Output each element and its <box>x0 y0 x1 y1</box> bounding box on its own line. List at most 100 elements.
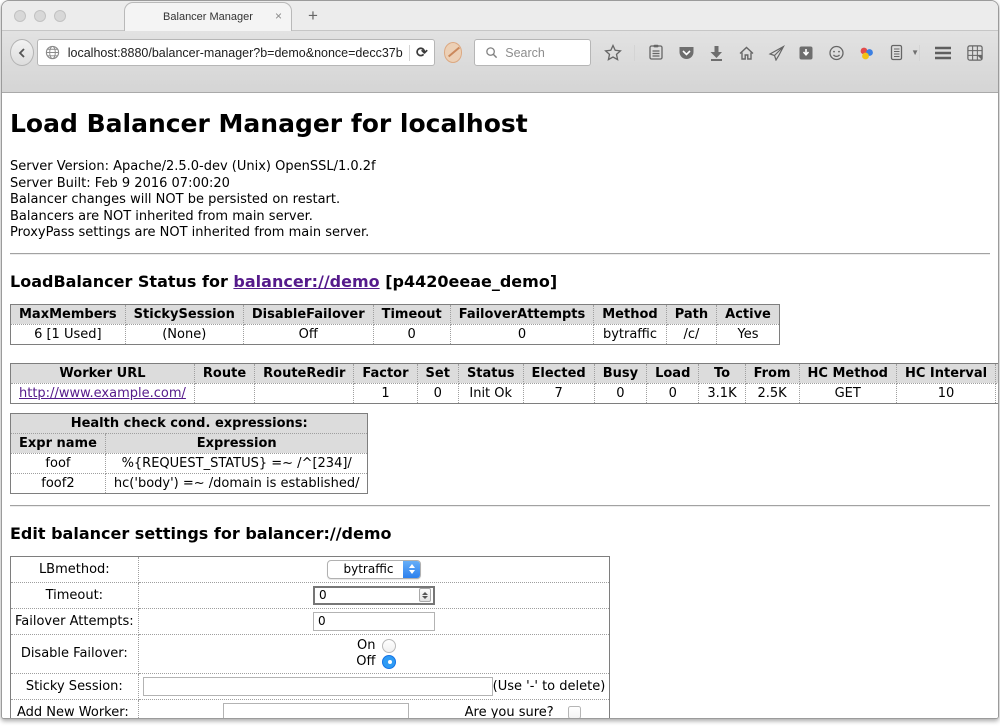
send-plane-icon[interactable] <box>767 44 785 62</box>
form-row-disable-failover: Disable Failover: On Off <box>11 634 610 673</box>
add-worker-label: Add New Worker: <box>11 699 139 718</box>
cell-worker-url: http://www.example.com/ <box>11 383 195 403</box>
colors-theme-icon[interactable] <box>857 44 875 62</box>
col-expr-name: Expr name <box>11 433 106 453</box>
cell-to: 3.1K <box>699 383 745 403</box>
expr-row: foof %{REQUEST_STATUS} =~ /^[234]/ <box>11 453 368 473</box>
balancer-status-table: MaxMembers StickySession DisableFailover… <box>10 304 780 345</box>
zoom-window-button[interactable] <box>54 10 66 22</box>
sticky-session-label: Sticky Session: <box>11 673 139 699</box>
cell-expression: hc('body') =~ /domain is established/ <box>105 473 368 493</box>
browser-window: Balancer Manager × + localhost:8880/bala… <box>1 0 999 719</box>
col-passes: Passes <box>996 363 998 383</box>
timeout-input[interactable] <box>313 586 435 605</box>
lbmethod-select[interactable]: bytraffic <box>327 560 422 579</box>
cell-passes: 1 (0) <box>996 383 998 403</box>
failover-attempts-input[interactable] <box>313 612 435 631</box>
menu-divider <box>919 45 920 61</box>
close-window-button[interactable] <box>14 10 26 22</box>
home-icon[interactable] <box>737 44 755 62</box>
confirm-label: Are you sure? <box>465 705 554 719</box>
radio-off[interactable] <box>382 655 396 669</box>
confirm-checkbox[interactable] <box>568 706 581 719</box>
table-header-row: Expr name Expression <box>11 433 368 453</box>
col-hc-method: HC Method <box>799 363 896 383</box>
sidebar-panel-icon[interactable] <box>887 44 905 62</box>
col-expression: Expression <box>105 433 368 453</box>
minimize-window-button[interactable] <box>34 10 46 22</box>
lbmethod-label: LBmethod: <box>11 556 139 582</box>
col-method: Method <box>594 304 666 324</box>
col-elected: Elected <box>523 363 594 383</box>
cell-expression: %{REQUEST_STATUS} =~ /^[234]/ <box>105 453 368 473</box>
reload-icon[interactable]: ⟳ <box>416 44 428 61</box>
menu-group <box>919 39 988 66</box>
radio-off-label: Off <box>351 654 375 670</box>
failover-label: Failover Attempts: <box>11 608 139 634</box>
tab-title: Balancer Manager <box>163 11 253 23</box>
search-placeholder[interactable]: Search <box>505 46 545 60</box>
worker-row: http://www.example.com/ 1 0 Init Ok 7 0 … <box>11 383 999 403</box>
col-active: Active <box>717 304 780 324</box>
cell-failoverattempts: 0 <box>450 324 594 344</box>
tab-balancer-manager[interactable]: Balancer Manager × <box>124 2 292 31</box>
cell-hc-method: GET <box>799 383 896 403</box>
sticky-session-input[interactable] <box>143 677 493 696</box>
pocket-icon[interactable] <box>677 44 695 62</box>
worker-url-link[interactable]: http://www.example.com/ <box>19 386 186 401</box>
radio-on[interactable] <box>382 639 396 653</box>
col-status: Status <box>458 363 523 383</box>
url-text[interactable]: localhost:8880/balancer-manager?b=demo&n… <box>68 46 403 60</box>
urlbar-divider <box>409 45 410 61</box>
edit-settings-form: LBmethod: bytraffic Timeout: <box>10 556 610 719</box>
hamburger-menu-icon[interactable] <box>934 44 952 62</box>
cell-set: 0 <box>417 383 458 403</box>
new-tab-button[interactable]: + <box>308 6 318 26</box>
col-routeredir: RouteRedir <box>255 363 354 383</box>
tab-close-icon[interactable]: × <box>275 10 282 22</box>
globe-icon[interactable] <box>44 44 62 62</box>
content-blocked-icon[interactable] <box>444 42 463 63</box>
reading-list-icon[interactable] <box>647 44 665 62</box>
add-worker-input[interactable] <box>223 703 409 719</box>
radio-on-label: On <box>351 638 375 654</box>
number-spinner-icon[interactable] <box>419 588 431 602</box>
timeout-label: Timeout: <box>11 582 139 608</box>
server-version: Server Version: Apache/2.5.0-dev (Unix) … <box>10 159 990 176</box>
cell-busy: 0 <box>594 383 646 403</box>
apps-grid-icon[interactable] <box>966 44 984 62</box>
tab-bar: Balancer Manager × + <box>2 1 998 31</box>
col-failoverattempts: FailoverAttempts <box>450 304 594 324</box>
cell-disablefailover: Off <box>243 324 373 344</box>
cell-path: /c/ <box>666 324 716 344</box>
col-to: To <box>699 363 745 383</box>
search-icon <box>482 44 500 62</box>
chevron-down-icon[interactable]: ▼ <box>911 48 919 57</box>
url-bar[interactable]: localhost:8880/balancer-manager?b=demo&n… <box>37 39 435 66</box>
save-to-device-icon[interactable] <box>797 44 815 62</box>
form-row-sticky: Sticky Session: (Use '-' to delete) <box>11 673 610 699</box>
download-icon[interactable] <box>707 44 725 62</box>
col-load: Load <box>647 363 699 383</box>
toolbar-icons: ▼ <box>604 39 919 66</box>
table-title-row: Health check cond. expressions: <box>11 413 368 433</box>
balancer-link[interactable]: balancer://demo <box>233 272 379 291</box>
table-row: 6 [1 Used] (None) Off 0 0 bytraffic /c/ … <box>11 324 780 344</box>
col-hc-interval: HC Interval <box>896 363 995 383</box>
search-bar[interactable]: Search <box>474 39 591 66</box>
cell-active: Yes <box>717 324 780 344</box>
cell-status: Init Ok <box>458 383 523 403</box>
cell-hc-interval: 10 <box>896 383 995 403</box>
lbmethod-selected-value: bytraffic <box>328 561 404 578</box>
col-worker-url: Worker URL <box>11 363 195 383</box>
health-table-title: Health check cond. expressions: <box>11 413 368 433</box>
col-factor: Factor <box>354 363 417 383</box>
back-button[interactable] <box>10 39 34 66</box>
col-set: Set <box>417 363 458 383</box>
chat-smiley-icon[interactable] <box>827 44 845 62</box>
col-maxmembers: MaxMembers <box>11 304 126 324</box>
table-header-row: MaxMembers StickySession DisableFailover… <box>11 304 780 324</box>
status-heading: LoadBalancer Status for balancer://demo … <box>10 272 990 291</box>
bookmark-star-icon[interactable] <box>604 44 622 62</box>
cell-elected: 7 <box>523 383 594 403</box>
